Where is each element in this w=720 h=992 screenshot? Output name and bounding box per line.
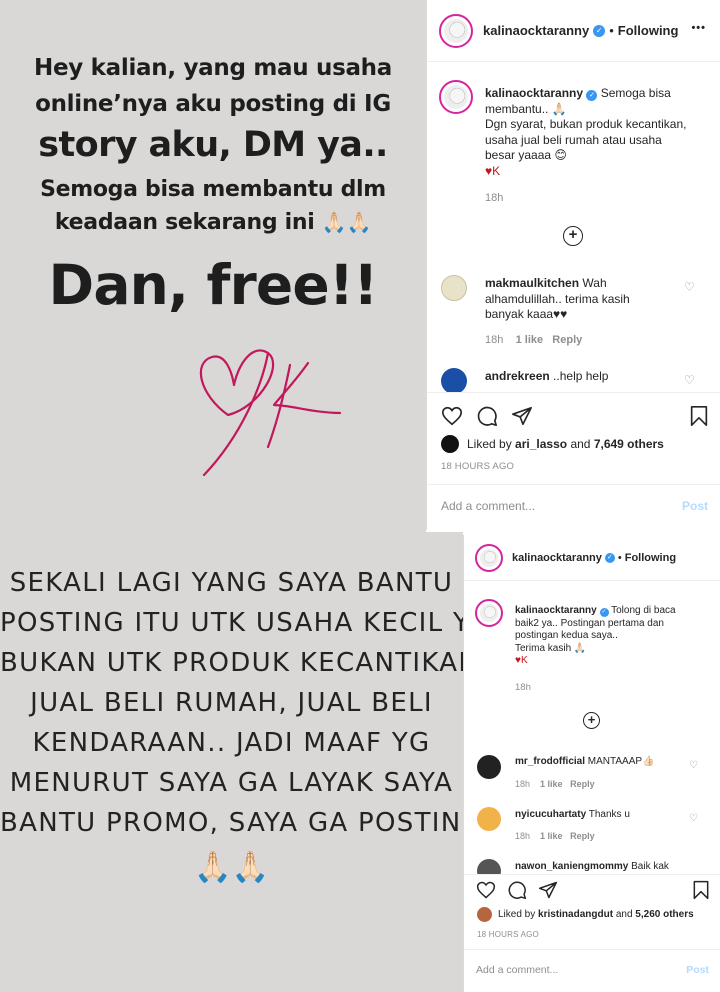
verified-badge-icon: ✓ [586, 90, 598, 101]
post-caption: kalinaocktaranny ✓ Tolong di baca baik2 … [515, 605, 676, 666]
comment-likes[interactable]: 1 like [516, 334, 544, 346]
commenter-avatar[interactable] [441, 275, 467, 301]
caption-time: 18h [485, 192, 504, 204]
comment-like-icon[interactable]: ♡ [684, 280, 695, 294]
commenter-avatar[interactable] [441, 368, 467, 394]
story1-line-2: online’nya aku posting di IG [35, 91, 391, 117]
comment-1: makmaulkitchen Wah alhamdulillah.. terim… [485, 276, 630, 321]
story2-line-7: bantu promo, saya ga posting... [0, 808, 512, 838]
story2-line-2: posting itu utk usaha kecil ya.. [0, 608, 506, 638]
post-comment-button[interactable]: Post [686, 964, 709, 976]
comment-like-icon[interactable]: ♡ [684, 373, 695, 387]
load-more-comments-icon[interactable]: + [563, 226, 583, 246]
likes-count[interactable]: 7,649 others [594, 437, 664, 451]
verified-badge-icon: ✓ [604, 552, 615, 563]
add-comment-input[interactable]: Add a comment... [476, 964, 558, 976]
liker-username[interactable]: kristinadangdut [538, 909, 613, 920]
like-heart-icon[interactable] [476, 880, 496, 900]
story2-line-1: Sekali lagi yang saya bantu [9, 568, 454, 598]
comment-box: Add a comment... Post [464, 949, 720, 992]
verified-badge-icon: ✓ [593, 24, 606, 37]
praying-hands-emoji: 🙏🏻🙏🏻 [194, 850, 269, 885]
post-header: kalinaocktaranny ✓ • Following [464, 535, 720, 581]
separator-dot: • [609, 23, 614, 38]
comment-like-icon[interactable]: ♡ [689, 760, 698, 771]
save-bookmark-icon[interactable] [692, 880, 710, 900]
commenter-avatar[interactable] [477, 807, 501, 831]
post-header: kalinaocktaranny ✓ • Following ••• [427, 0, 720, 62]
avatar[interactable] [475, 599, 503, 627]
likes-summary: Liked by kristinadangdut and 5,260 other… [498, 909, 694, 920]
story1-line-3: story aku, DM ya.. [38, 125, 388, 165]
like-heart-icon[interactable] [441, 405, 463, 427]
signature-heart-k [199, 349, 342, 477]
following-button[interactable]: Following [625, 552, 676, 564]
comment-3: nawon_kaniengmommy Baik kak [515, 861, 669, 872]
story1-line-1: Hey kalian, yang mau usaha [34, 55, 392, 81]
comment-icon[interactable] [476, 405, 498, 427]
post-comment-button[interactable]: Post [682, 499, 708, 513]
likes-count[interactable]: 5,260 others [635, 909, 693, 920]
share-icon[interactable] [511, 405, 533, 427]
liker-avatar[interactable] [441, 435, 459, 453]
comment-2: andrekreen ..help help [485, 369, 609, 383]
liker-avatar[interactable] [477, 907, 492, 922]
comment-2: nyicucuhartaty Thanks u [515, 809, 630, 820]
comment-1: mr_frodofficial MANTAAAP👍🏻 [515, 756, 655, 767]
story-panel-1: Hey kalian, yang mau usaha online’nya ak… [0, 0, 426, 532]
add-comment-input[interactable]: Add a comment... [441, 499, 535, 513]
avatar[interactable] [439, 80, 473, 114]
comment-meta: 18h 1 like Reply [485, 334, 583, 346]
comment-meta: 18h 1 like Reply [515, 779, 595, 789]
story2-line-6: menurut saya ga layak saya [9, 768, 454, 798]
likes-summary: Liked by ari_lasso and 7,649 others [467, 437, 664, 451]
post-timestamp: 18 HOURS AGO [441, 461, 515, 472]
caption-username[interactable]: kalinaocktaranny [515, 605, 597, 616]
separator-dot: • [617, 551, 622, 564]
story1-line-6: Dan, free!! [48, 253, 379, 317]
story1-line-4: Semoga bisa membantu dlm [40, 177, 386, 202]
caption-time: 18h [515, 682, 531, 693]
username-link[interactable]: kalinaocktaranny [483, 23, 589, 38]
comment-meta: 18h 1 like Reply [515, 831, 595, 841]
share-icon[interactable] [538, 880, 558, 900]
post-timestamp: 18 HOURS AGO [477, 930, 539, 939]
avatar[interactable] [439, 13, 473, 48]
commenter-avatar[interactable] [477, 755, 501, 779]
liker-username[interactable]: ari_lasso [515, 437, 567, 451]
comment-box: Add a comment... Post [427, 484, 720, 530]
following-button[interactable]: Following [618, 23, 679, 38]
praying-hands-emoji: 🙏🏻🙏🏻 [321, 210, 372, 234]
story2-line-4: jual beli rumah, jual beli [30, 688, 433, 718]
username-link[interactable]: kalinaocktaranny [512, 552, 602, 564]
caption-username[interactable]: kalinaocktaranny [485, 86, 583, 100]
comment-icon[interactable] [507, 880, 527, 900]
verified-badge-icon: ✓ [599, 608, 609, 617]
story1-line-5: keadaan sekarang ini 🙏🏻🙏🏻 [54, 210, 372, 235]
story2-line-3: Bukan utk produk kecantikan, [0, 648, 489, 678]
save-bookmark-icon[interactable] [689, 405, 709, 427]
load-more-comments-icon[interactable]: + [583, 712, 600, 729]
reply-button[interactable]: Reply [552, 334, 582, 346]
story-panel-2: Sekali lagi yang saya bantu posting itu … [0, 532, 512, 992]
instagram-post-1: kalinaocktaranny ✓ • Following ••• kalin… [426, 0, 720, 530]
avatar[interactable] [475, 543, 503, 572]
more-options-icon[interactable]: ••• [691, 22, 706, 34]
post-caption: kalinaocktaranny ✓ Semoga bisa membantu.… [485, 86, 687, 178]
comment-like-icon[interactable]: ♡ [689, 813, 698, 824]
instagram-post-2: kalinaocktaranny ✓ • Following kalinaock… [463, 535, 720, 992]
story2-line-5: kendaraan.. Jadi maaf yg [32, 728, 431, 758]
